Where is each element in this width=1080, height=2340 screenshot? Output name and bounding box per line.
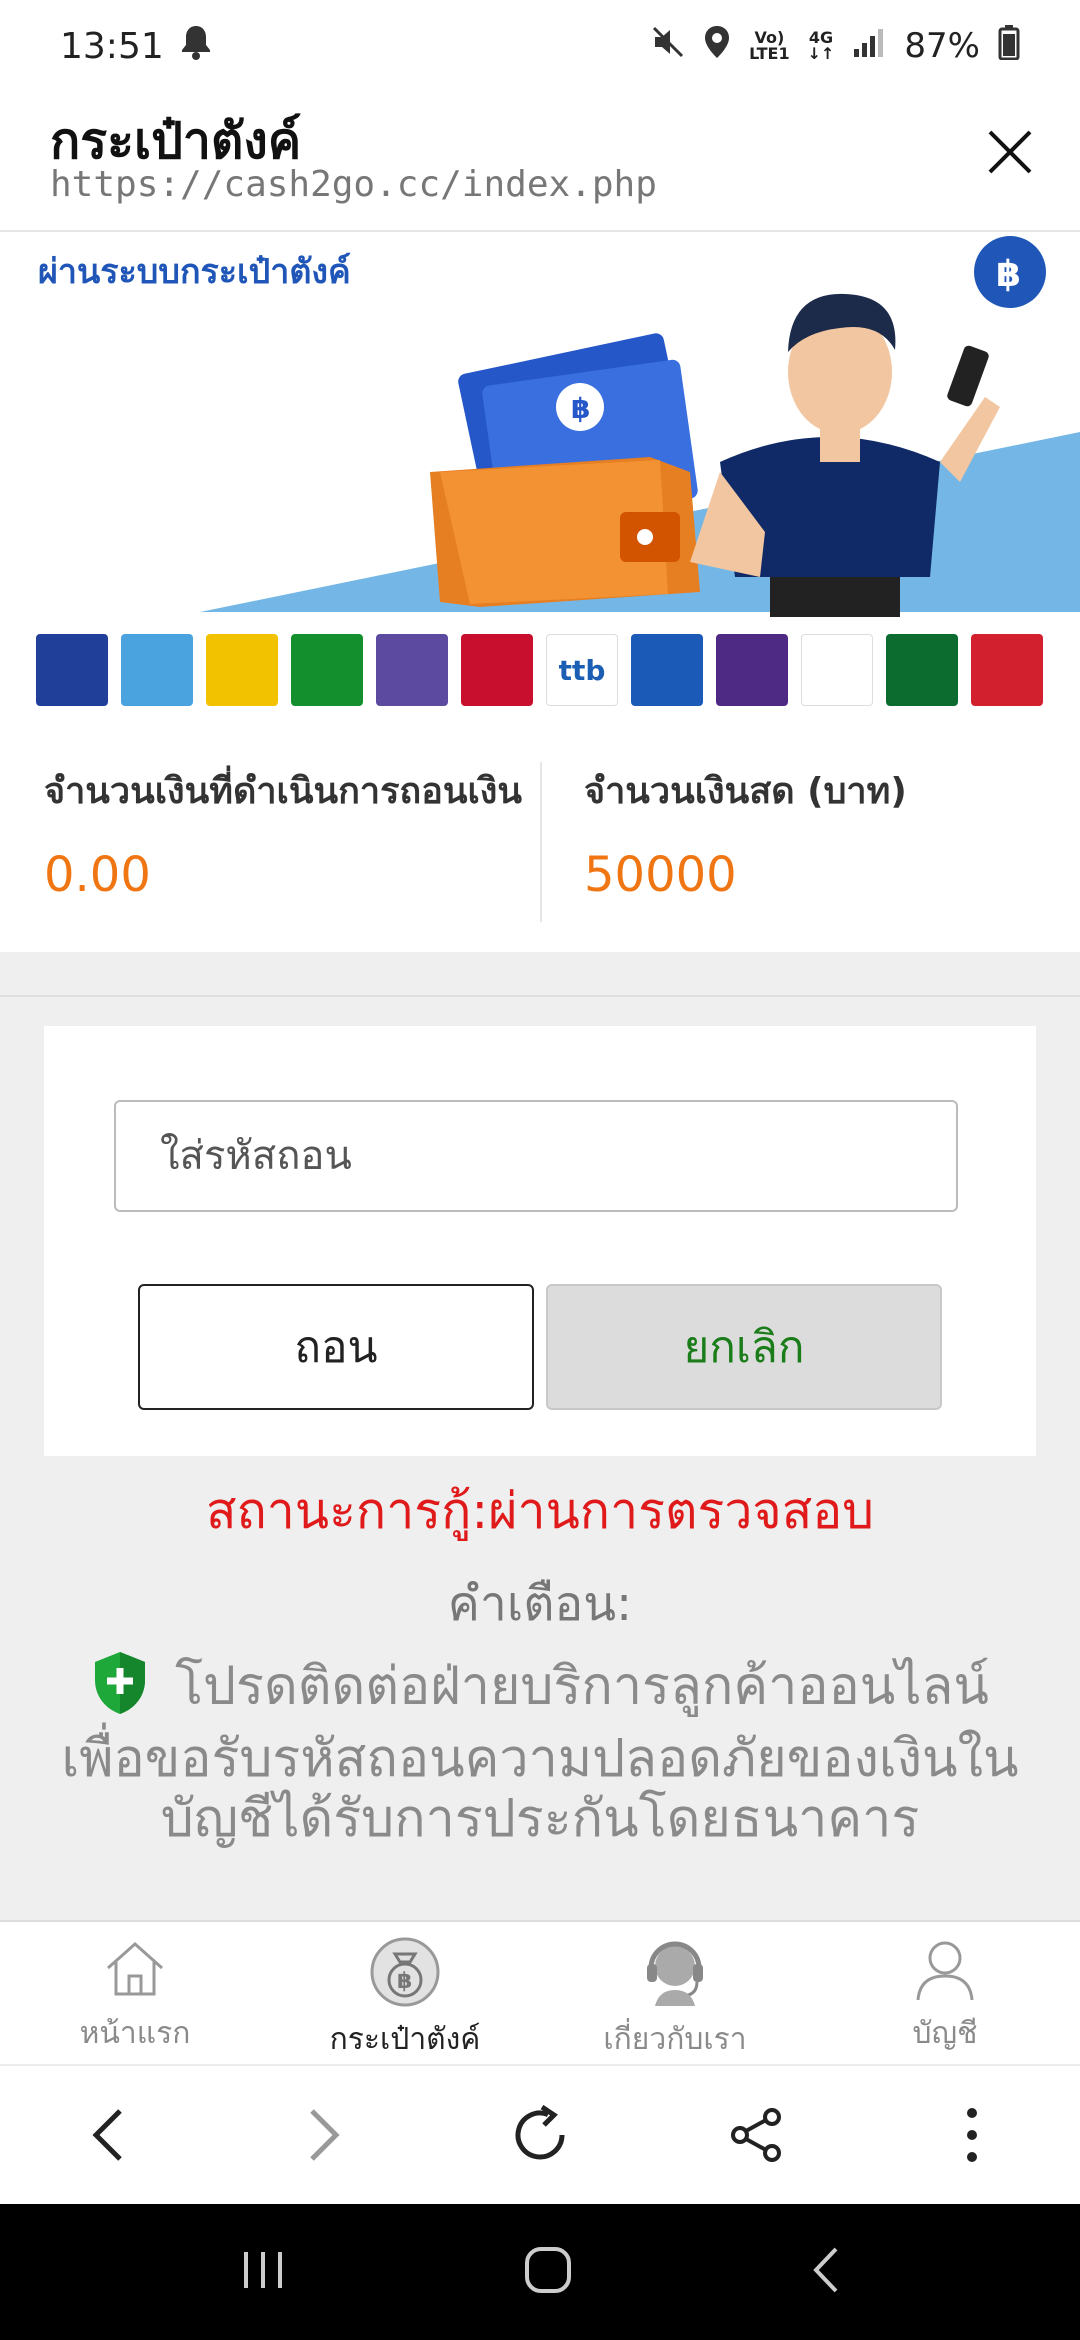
close-icon bbox=[988, 130, 1032, 174]
bank-logo bbox=[121, 634, 193, 706]
page-url[interactable]: https://cash2go.cc/index.php bbox=[50, 164, 657, 205]
reload-icon bbox=[515, 2105, 565, 2160]
bank-logo: ttb bbox=[546, 634, 618, 706]
bank-logo bbox=[801, 634, 873, 706]
bank-logo-text: ttb bbox=[558, 653, 606, 687]
close-button[interactable] bbox=[970, 112, 1050, 192]
app-bottom-nav: หน้าแรก ฿ กระเป๋าตังค์ เกี่ยวกับเรา บัญช… bbox=[0, 1920, 1080, 2064]
warning-message: โปรดติดต่อฝ่ายบริการลูกค้าออนไลน์ เพื่อข… bbox=[10, 1650, 1070, 1849]
chevron-left-icon bbox=[92, 2109, 122, 2161]
bank-logo-row: ttb bbox=[36, 634, 1043, 706]
nav-about-label: เกี่ยวกับเรา bbox=[603, 2022, 747, 2057]
system-nav-bar bbox=[0, 2204, 1080, 2340]
customer-support-icon bbox=[647, 1941, 703, 2006]
recent-apps-button[interactable] bbox=[238, 2248, 288, 2296]
processing-amount-label: จำนวนเงินที่ดำเนินการถอนเงิน bbox=[44, 771, 522, 812]
cash-amount-cell: จำนวนเงินสด (บาท) 50000 bbox=[540, 712, 1080, 952]
back-button[interactable] bbox=[63, 2090, 153, 2180]
data-arrows-icon: ↓↑ bbox=[807, 44, 835, 63]
loan-status-text: สถานะการกู้:ผ่านการตรวจสอบ bbox=[206, 1482, 874, 1540]
user-icon bbox=[916, 1941, 974, 2001]
nav-account-label: บัญชี bbox=[912, 2016, 978, 2051]
bank-logo bbox=[971, 634, 1043, 706]
section-divider bbox=[0, 995, 1080, 997]
more-vertical-icon bbox=[967, 2108, 977, 2162]
browser-toolbar bbox=[0, 2064, 1080, 2204]
status-time: 13:51 bbox=[60, 25, 164, 67]
status-bar: 13:51 Vo) LTE1 4G ↓↑ 87% bbox=[0, 0, 1080, 92]
back-arrow-icon bbox=[813, 2247, 838, 2293]
withdraw-form: ถอน ยกเลิก bbox=[44, 1026, 1036, 1456]
warning-line-2: เพื่อขอรับรหัสถอนความปลอดภัยของเงินใน bbox=[61, 1729, 1019, 1789]
status-left: 13:51 bbox=[60, 23, 214, 70]
battery-percent: 87% bbox=[904, 26, 980, 66]
money-bag-icon: ฿ bbox=[370, 1937, 440, 2007]
nav-home-label: หน้าแรก bbox=[79, 2016, 191, 2051]
battery-icon bbox=[998, 24, 1020, 69]
home-icon bbox=[107, 1941, 163, 1996]
bank-logo bbox=[461, 634, 533, 706]
promo-banner: ฿ ฿ ผ่านระบบกระเป๋าตังค์ ttb bbox=[0, 232, 1080, 712]
network-indicator: 4G ↓↑ bbox=[808, 30, 835, 62]
warning-title: คำเตือน: bbox=[447, 1576, 633, 1632]
shield-icon bbox=[91, 1650, 149, 1729]
cash-amount-value: 50000 bbox=[584, 847, 737, 903]
volte-bottom: LTE1 bbox=[749, 44, 790, 63]
warning-line-1-text: โปรดติดต่อฝ่ายบริการลูกค้าออนไลน์ bbox=[175, 1656, 989, 1717]
home-system-button[interactable] bbox=[523, 2245, 573, 2299]
processing-amount-cell: จำนวนเงินที่ดำเนินการถอนเงิน 0.00 bbox=[0, 712, 540, 952]
nav-about[interactable]: เกี่ยวกับเรา bbox=[540, 1922, 810, 2064]
banner-headline: ผ่านระบบกระเป๋าตังค์ bbox=[38, 252, 351, 292]
bank-logo bbox=[716, 634, 788, 706]
warning-line-1: โปรดติดต่อฝ่ายบริการลูกค้าออนไลน์ bbox=[10, 1650, 1070, 1729]
withdraw-button[interactable]: ถอน bbox=[138, 1284, 534, 1410]
withdraw-code-input[interactable] bbox=[114, 1100, 958, 1212]
bank-logo bbox=[376, 634, 448, 706]
forward-button[interactable] bbox=[279, 2090, 369, 2180]
nav-wallet-label: กระเป๋าตังค์ bbox=[329, 2022, 481, 2057]
nav-account[interactable]: บัญชี bbox=[810, 1922, 1080, 2064]
bank-logo bbox=[631, 634, 703, 706]
mute-icon bbox=[651, 25, 685, 68]
recent-apps-icon bbox=[243, 2252, 282, 2288]
more-options-button[interactable] bbox=[927, 2090, 1017, 2180]
bank-logo bbox=[36, 634, 108, 706]
browser-header: กระเป๋าตังค์ https://cash2go.cc/index.ph… bbox=[0, 92, 1080, 232]
chevron-right-icon bbox=[310, 2109, 340, 2161]
home-circle-icon bbox=[524, 2247, 571, 2293]
volte-indicator: Vo) LTE1 bbox=[749, 30, 790, 62]
location-icon bbox=[703, 24, 731, 69]
signal-icon bbox=[852, 26, 886, 66]
nav-wallet[interactable]: ฿ กระเป๋าตังค์ bbox=[270, 1922, 540, 2064]
share-button[interactable] bbox=[711, 2090, 801, 2180]
svg-text:฿: ฿ bbox=[996, 254, 1021, 295]
cancel-button[interactable]: ยกเลิก bbox=[546, 1284, 942, 1410]
bank-logo bbox=[206, 634, 278, 706]
share-icon bbox=[731, 2108, 781, 2162]
bank-logo bbox=[886, 634, 958, 706]
bank-logo bbox=[291, 634, 363, 706]
reload-button[interactable] bbox=[495, 2090, 585, 2180]
amount-summary: จำนวนเงินที่ดำเนินการถอนเงิน 0.00 จำนวนเ… bbox=[0, 712, 1080, 952]
nav-home[interactable]: หน้าแรก bbox=[0, 1922, 270, 2064]
system-back-button[interactable] bbox=[808, 2245, 842, 2299]
processing-amount-value: 0.00 bbox=[44, 847, 151, 903]
warning-line-3: บัญชีได้รับการประกันโดยธนาคาร bbox=[160, 1789, 920, 1849]
svg-text:฿: ฿ bbox=[397, 1969, 412, 1994]
status-right: Vo) LTE1 4G ↓↑ 87% bbox=[651, 24, 1020, 69]
svg-text:฿: ฿ bbox=[571, 392, 590, 425]
bell-icon bbox=[178, 23, 214, 70]
cash-amount-label: จำนวนเงินสด (บาท) bbox=[584, 771, 907, 812]
